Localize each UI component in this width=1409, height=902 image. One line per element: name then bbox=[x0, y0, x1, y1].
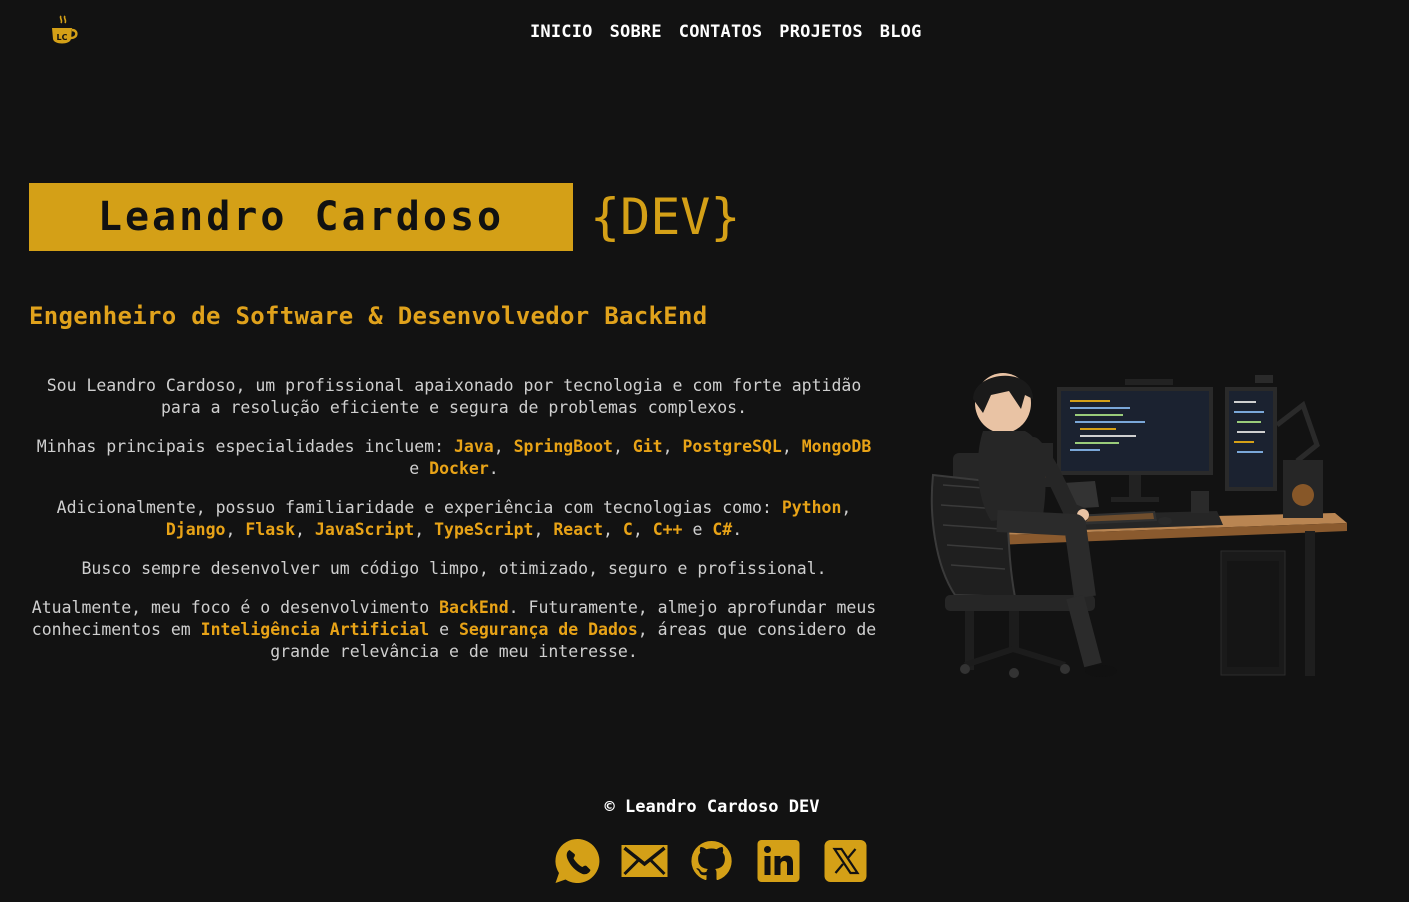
period: . bbox=[732, 520, 743, 539]
separator: , bbox=[533, 520, 554, 539]
nav-sobre[interactable]: SOBRE bbox=[610, 22, 662, 42]
extra-skills-intro: Adicionalmente, possuo familiaridade e e… bbox=[56, 498, 782, 517]
nav-projetos[interactable]: PROJETOS bbox=[779, 22, 862, 42]
separator: , bbox=[603, 520, 623, 539]
skill-react: React bbox=[553, 520, 603, 539]
skill-cpp: C++ bbox=[652, 520, 683, 539]
linkedin-icon[interactable] bbox=[754, 837, 803, 885]
separator: , bbox=[781, 437, 802, 456]
conjunction: e bbox=[692, 520, 703, 539]
coffee-logo-icon[interactable]: LC bbox=[49, 15, 79, 49]
nav-blog[interactable]: BLOG bbox=[880, 22, 922, 42]
skill-django: Django bbox=[165, 520, 226, 539]
separator: , bbox=[225, 520, 246, 539]
whatsapp-icon[interactable] bbox=[553, 837, 602, 885]
focus-text: e bbox=[429, 620, 459, 639]
separator: , bbox=[632, 520, 653, 539]
conjunction: e bbox=[409, 459, 420, 478]
nav-contatos[interactable]: CONTATOS bbox=[679, 22, 762, 42]
separator: , bbox=[295, 520, 315, 539]
social-links bbox=[553, 837, 870, 885]
about-paragraph-1: Sou Leandro Cardoso, um profissional apa… bbox=[46, 376, 862, 417]
github-icon[interactable] bbox=[687, 837, 736, 885]
x-icon[interactable] bbox=[821, 837, 870, 885]
skill-java: Java bbox=[453, 437, 494, 456]
focus-ai: Inteligência Artificial bbox=[200, 620, 430, 639]
separator: , bbox=[662, 437, 683, 456]
hero-name: Leandro Cardoso bbox=[97, 194, 505, 240]
skill-c: C bbox=[622, 520, 633, 539]
name-banner: Leandro Cardoso bbox=[29, 183, 573, 251]
about-paragraph-2: Minhas principais especialidades incluem… bbox=[29, 436, 879, 480]
focus-text: Atualmente, meu foco é o desenvolvimento bbox=[31, 598, 440, 617]
skill-git: Git bbox=[632, 437, 663, 456]
skills-intro: Minhas principais especialidades incluem… bbox=[36, 437, 454, 456]
skill-postgresql: PostgreSQL bbox=[682, 437, 782, 456]
skill-docker: Docker bbox=[429, 459, 489, 478]
dev-tag: {DEV} bbox=[590, 188, 741, 246]
copyright-text: © Leandro Cardoso DEV bbox=[604, 797, 820, 817]
page: LC INICIO SOBRE CONTATOS PROJETOS BLOG L… bbox=[0, 0, 1409, 902]
separator: , bbox=[841, 498, 852, 517]
skill-csharp: C# bbox=[712, 520, 733, 539]
main-nav: INICIO SOBRE CONTATOS PROJETOS BLOG bbox=[530, 22, 922, 42]
separator: , bbox=[612, 437, 633, 456]
separator: , bbox=[493, 437, 514, 456]
about-paragraph-4: Busco sempre desenvolver um código limpo… bbox=[81, 559, 827, 578]
skill-typescript: TypeScript bbox=[434, 520, 534, 539]
skill-springboot: SpringBoot bbox=[513, 437, 613, 456]
skill-mongodb: MongoDB bbox=[801, 437, 872, 456]
about-section: Sou Leandro Cardoso, um profissional apa… bbox=[29, 375, 879, 680]
hero-subtitle: Engenheiro de Software & Desenvolvedor B… bbox=[29, 302, 708, 330]
about-paragraph-3: Adicionalmente, possuo familiaridade e e… bbox=[29, 497, 879, 541]
focus-security: Segurança de Dados bbox=[458, 620, 638, 639]
separator: , bbox=[414, 520, 435, 539]
email-icon[interactable] bbox=[620, 837, 669, 885]
focus-backend: BackEnd bbox=[439, 598, 509, 617]
about-paragraph-5: Atualmente, meu foco é o desenvolvimento… bbox=[29, 597, 879, 663]
nav-inicio[interactable]: INICIO bbox=[530, 22, 593, 42]
period: . bbox=[488, 459, 499, 478]
skill-javascript: JavaScript bbox=[314, 520, 415, 539]
skill-python: Python bbox=[781, 498, 842, 517]
logo-text: LC bbox=[57, 33, 68, 42]
developer-desk-illustration bbox=[930, 373, 1347, 678]
skill-flask: Flask bbox=[245, 520, 296, 539]
